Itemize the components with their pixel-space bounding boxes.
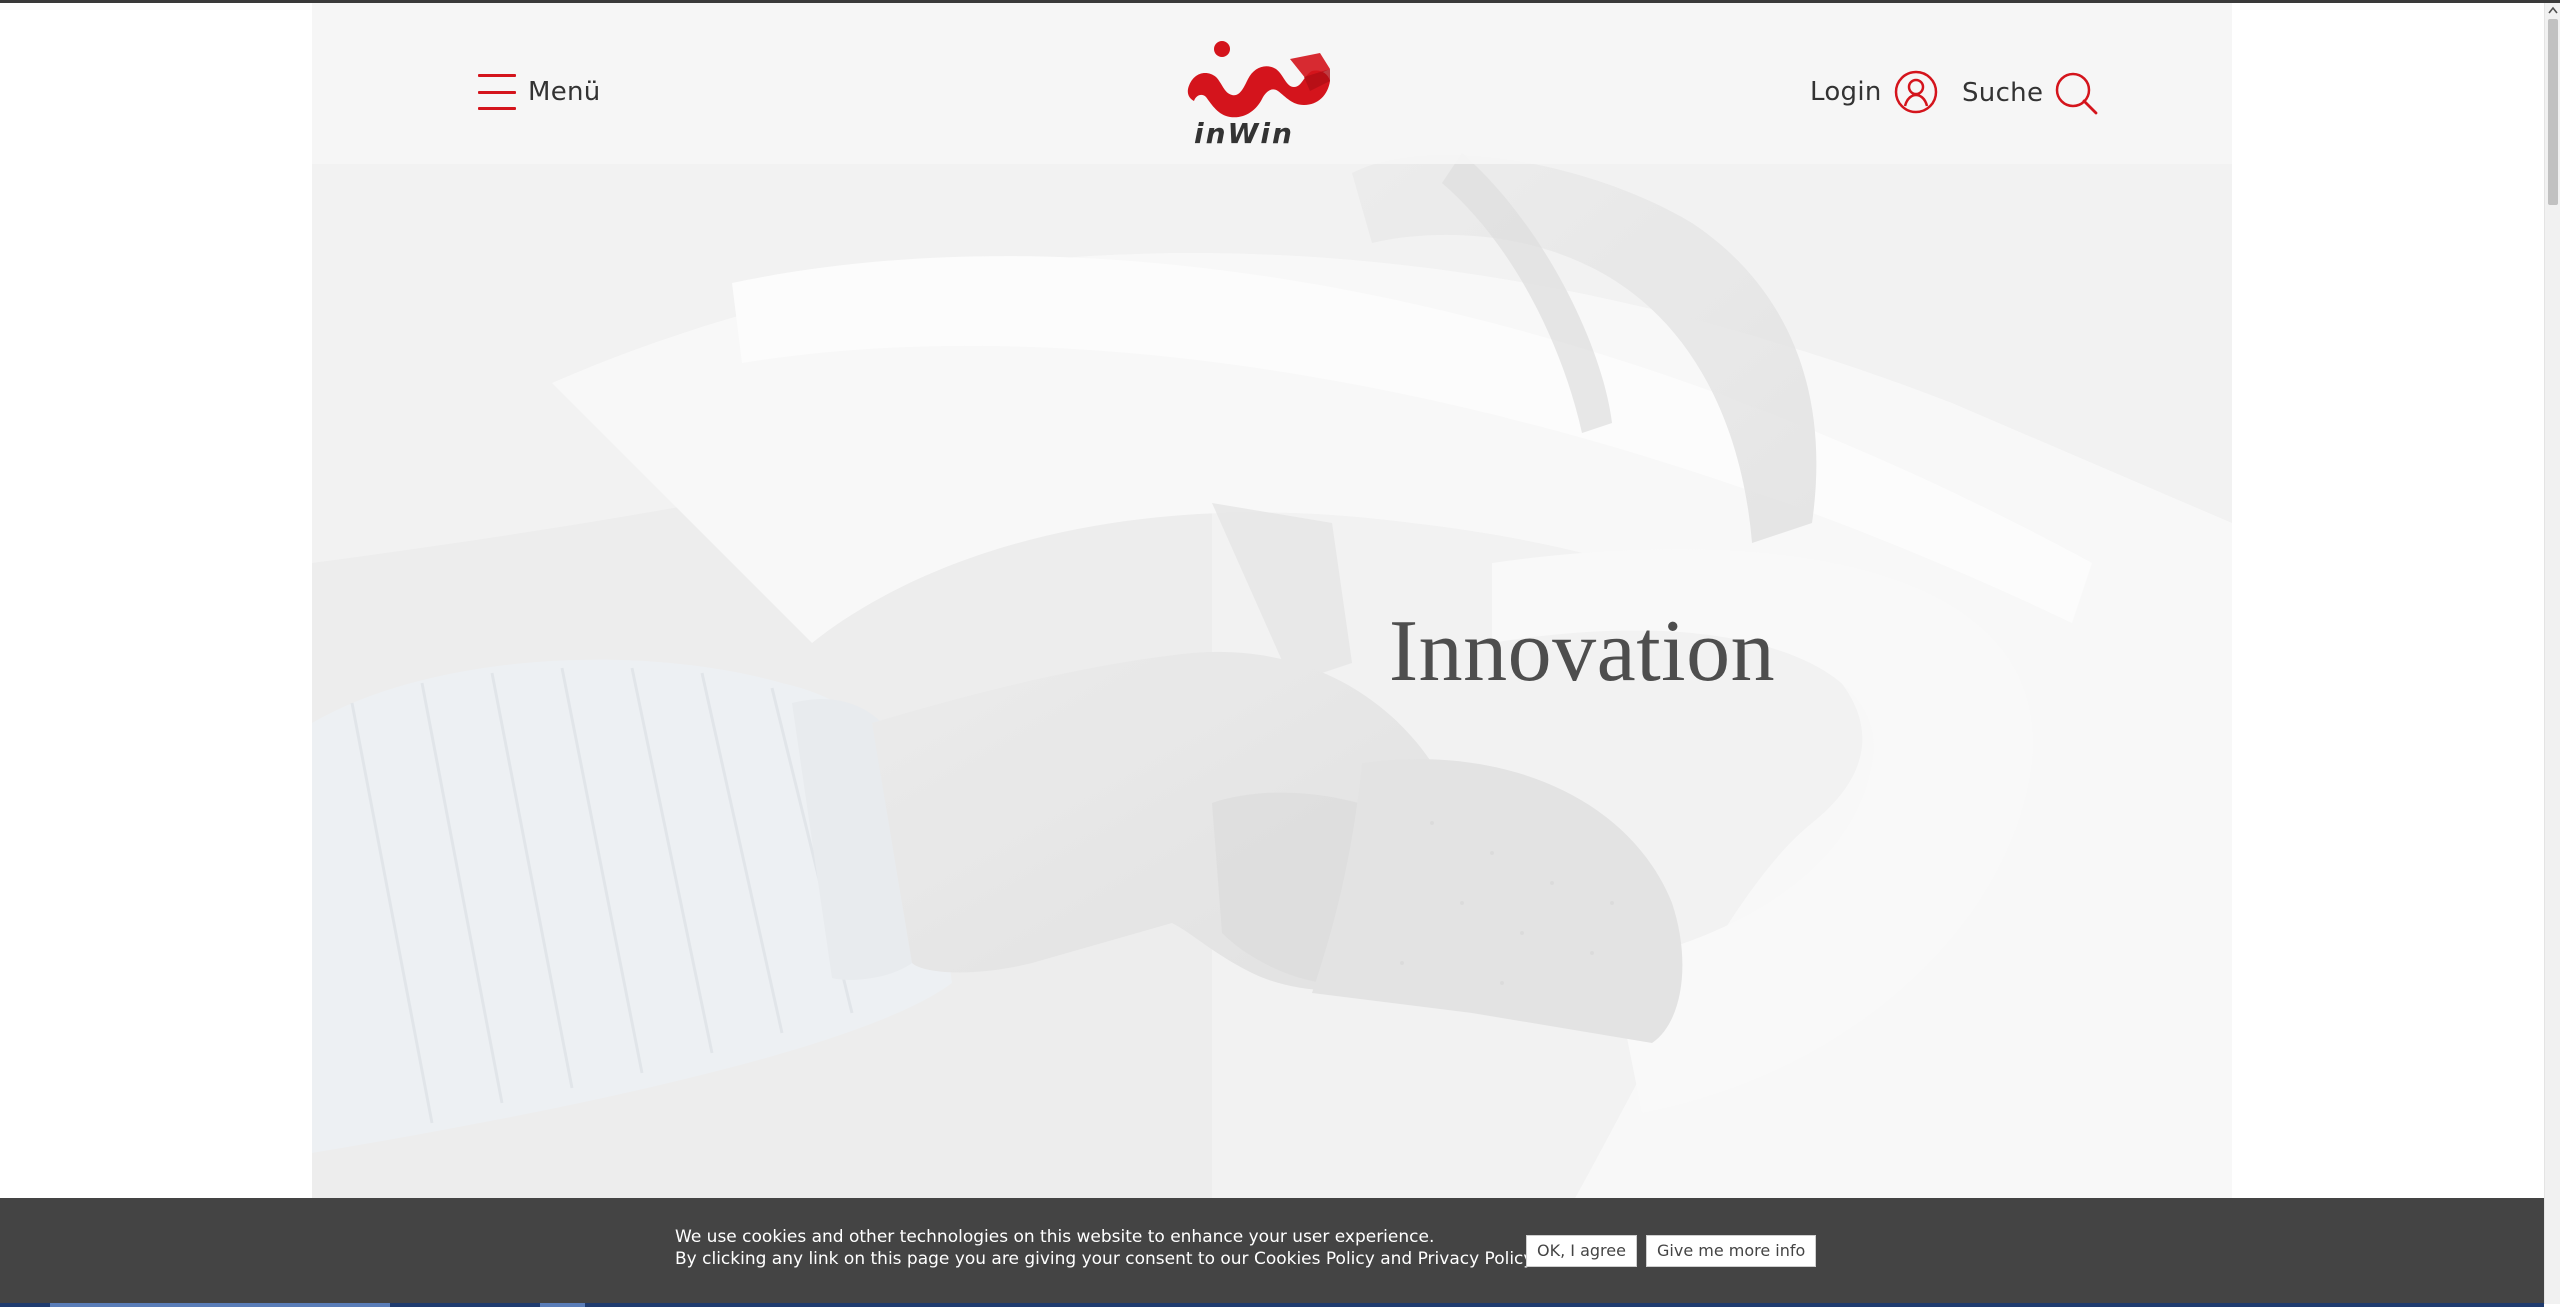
login-button[interactable]: Login — [1810, 69, 1938, 115]
hamburger-icon — [478, 74, 516, 110]
cookie-message-line-1: We use cookies and other technologies on… — [675, 1227, 1435, 1247]
svg-text:inWin: inWin — [1194, 117, 1294, 147]
hero-banner: Innovation — [312, 3, 2232, 1304]
cookie-consent-bar: We use cookies and other technologies on… — [0, 1198, 2544, 1303]
page: Innovation Menü inWin Login Suche We use… — [0, 3, 2544, 1307]
vertical-scrollbar[interactable] — [2544, 3, 2560, 1304]
hero-background-image — [312, 3, 2232, 1304]
search-label: Suche — [1962, 78, 2044, 108]
inwin-logo[interactable]: inWin — [1182, 39, 1332, 147]
cookie-message: We use cookies and other technologies on… — [675, 1226, 1536, 1270]
menu-label: Menü — [528, 77, 601, 107]
hero-title: Innovation — [1388, 603, 1776, 700]
search-button[interactable]: Suche — [1962, 69, 2099, 117]
menu-button[interactable]: Menü — [478, 70, 601, 114]
magnifier-icon — [2056, 72, 2098, 115]
scrollbar-thumb[interactable] — [2548, 19, 2558, 205]
chevron-up-icon[interactable] — [2545, 3, 2560, 17]
cookie-more-info-button[interactable]: Give me more info — [1646, 1235, 1817, 1267]
cookie-agree-button[interactable]: OK, I agree — [1526, 1235, 1637, 1267]
cookie-message-line-2: By clicking any link on this page you ar… — [675, 1249, 1537, 1269]
login-label: Login — [1810, 77, 1882, 107]
user-icon — [1894, 70, 1937, 114]
